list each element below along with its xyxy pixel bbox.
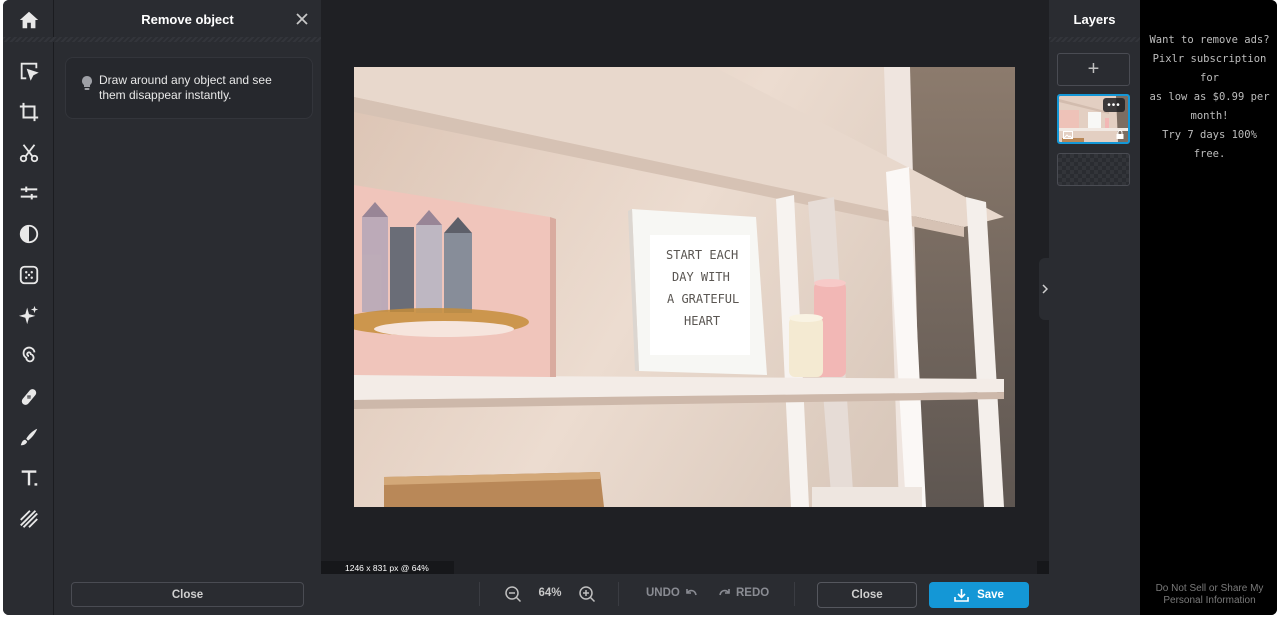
cutout-tool[interactable]	[3, 133, 54, 173]
pattern-tool[interactable]	[3, 499, 54, 539]
canvas-area[interactable]: START EACH DAY WITH A GRATEFUL HEART 124…	[321, 0, 1049, 574]
arrange-icon	[20, 62, 39, 81]
empty-layer-slot[interactable]	[1057, 153, 1130, 186]
ai-tool[interactable]	[3, 295, 54, 335]
home-icon	[19, 11, 38, 29]
chevron-right-icon	[1042, 284, 1048, 294]
draw-tool[interactable]	[3, 417, 54, 457]
redo-button[interactable]: REDO	[718, 587, 769, 599]
retouch-tool[interactable]	[3, 377, 54, 417]
ad-line: as low as $0.99 per	[1149, 91, 1270, 103]
privacy-link[interactable]: Do Not Sell or Share My Personal Informa…	[1144, 583, 1275, 607]
download-icon	[954, 589, 969, 602]
undo-button[interactable]: UNDO	[646, 587, 698, 599]
ad-line: month!	[1190, 110, 1229, 122]
layer-more-button[interactable]: •••	[1103, 98, 1125, 112]
ai-sparkle-icon	[18, 305, 38, 325]
remove-object-panel: Remove object Draw around any object and…	[54, 0, 321, 615]
ad-line: Try 7 days 100% free.	[1162, 129, 1257, 160]
effect-icon	[19, 265, 38, 285]
left-toolbar	[3, 0, 54, 615]
brush-icon	[20, 428, 37, 446]
layers-divider	[1049, 37, 1140, 42]
panel-close-button[interactable]: Close	[71, 582, 304, 607]
shelf-photo: START EACH DAY WITH A GRATEFUL HEART	[354, 67, 1015, 507]
save-button[interactable]: Save	[929, 582, 1029, 608]
bottom-divider	[794, 582, 795, 606]
ad-column: Want to remove ads? Pixlr subscription f…	[1140, 0, 1277, 615]
photo-canvas[interactable]: START EACH DAY WITH A GRATEFUL HEART	[354, 67, 1015, 507]
liquify-icon	[22, 346, 35, 363]
adjust-icon	[20, 186, 37, 200]
filter-tool[interactable]	[3, 214, 54, 254]
bottom-divider	[618, 582, 619, 606]
close-icon[interactable]	[293, 10, 311, 28]
zoom-out-icon[interactable]	[504, 585, 522, 603]
tip-text: Draw around any object and see them disa…	[99, 73, 272, 102]
layer-thumbnail[interactable]: •••	[1057, 94, 1130, 144]
ad-line: Want to remove ads?	[1149, 34, 1270, 46]
save-label: Save	[977, 589, 1004, 601]
cutout-icon	[19, 144, 38, 163]
bottom-bar: 64% UNDO REDO Close Save	[321, 574, 1140, 615]
crop-icon	[19, 102, 38, 122]
lock-icon[interactable]	[1116, 130, 1124, 139]
text-icon	[21, 470, 37, 486]
tip-box: Draw around any object and see them disa…	[65, 57, 313, 119]
redo-label: REDO	[736, 587, 770, 599]
retouch-icon	[21, 389, 36, 405]
panel-title: Remove object	[141, 11, 234, 27]
bottom-divider	[479, 582, 480, 606]
ad-text[interactable]: Want to remove ads? Pixlr subscription f…	[1148, 31, 1271, 164]
undo-label: UNDO	[646, 587, 680, 599]
pattern-icon	[19, 510, 38, 528]
layers-panel: Layers + •••	[1049, 0, 1140, 615]
toolbar-divider	[3, 37, 54, 42]
liquify-tool[interactable]	[3, 336, 54, 376]
zoom-level: 64%	[538, 587, 562, 599]
layers-title: Layers	[1073, 11, 1116, 27]
image-icon	[1063, 131, 1073, 139]
image-size-label: 1246 x 831 px @ 64%	[321, 561, 454, 574]
panel-divider	[54, 37, 321, 42]
redo-icon	[719, 589, 730, 596]
add-layer-button[interactable]: +	[1057, 53, 1130, 86]
canvas-scrollbar[interactable]	[1037, 561, 1049, 574]
zoom-in-icon[interactable]	[578, 585, 596, 603]
adjust-tool[interactable]	[3, 173, 54, 213]
arrange-tool[interactable]	[3, 51, 54, 91]
home-button[interactable]	[3, 0, 54, 40]
crop-tool[interactable]	[3, 92, 54, 132]
pixlr-editor-window: Remove object Draw around any object and…	[3, 0, 1277, 615]
ad-line: Pixlr subscription for	[1152, 53, 1267, 84]
filter-icon	[19, 224, 38, 244]
undo-icon	[686, 589, 697, 596]
text-tool[interactable]	[3, 458, 54, 498]
lightbulb-icon	[82, 76, 92, 90]
close-button[interactable]: Close	[817, 582, 917, 608]
effect-tool[interactable]	[3, 255, 54, 295]
